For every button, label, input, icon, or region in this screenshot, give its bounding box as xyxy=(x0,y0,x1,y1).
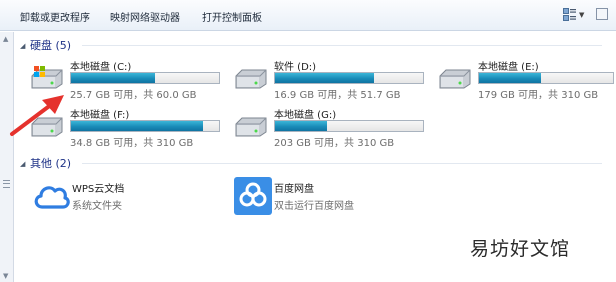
uninstall-program-button[interactable]: 卸载或更改程序 xyxy=(20,9,90,24)
explorer-window: 卸载或更改程序 映射网络驱动器 打开控制面板 ▼ ▲ ▼ ◢ 硬盘 (5) 本地… xyxy=(0,0,616,282)
usage-bar xyxy=(70,120,220,132)
view-options-icon xyxy=(563,8,576,21)
wps-cloud-docs[interactable]: WPS云文档 系统文件夹 xyxy=(32,177,212,217)
chevron-down-icon: ▼ xyxy=(579,11,585,19)
section-divider xyxy=(82,163,602,164)
drive-name: 本地磁盘 (F:) xyxy=(70,110,130,121)
usage-bar xyxy=(478,72,614,84)
preview-pane-button[interactable] xyxy=(596,8,608,20)
system-drive-icon xyxy=(31,66,63,89)
collapse-chevron-icon: ◢ xyxy=(20,42,26,50)
drive-space: 25.7 GB 可用，共 60.0 GB xyxy=(70,90,197,101)
drive-name: 软件 (D:) xyxy=(274,62,317,73)
item-name: 百度网盘 xyxy=(274,184,314,195)
watermark: 易坊好文馆 xyxy=(470,238,571,260)
drive-space: 179 GB 可用，共 310 GB xyxy=(478,90,599,101)
usage-bar xyxy=(70,72,220,84)
hard-drive-icon xyxy=(439,69,471,89)
wps-cloud-icon xyxy=(34,186,70,209)
drive-space: 203 GB 可用，共 310 GB xyxy=(274,138,395,149)
section-divider xyxy=(82,45,602,46)
item-description: 系统文件夹 xyxy=(72,201,122,212)
baidu-netdisk-icon xyxy=(234,177,272,215)
drive-g[interactable]: 本地磁盘 (G:) 203 GB 可用，共 310 GB xyxy=(234,106,434,149)
drive-e[interactable]: 本地磁盘 (E:) 179 GB 可用，共 310 GB xyxy=(438,58,616,101)
map-network-drive-button[interactable]: 映射网络驱动器 xyxy=(110,9,180,24)
scroll-up-icon: ▲ xyxy=(3,35,9,43)
change-view-button[interactable]: ▼ xyxy=(563,8,587,22)
red-annotation-arrow-icon xyxy=(10,95,64,136)
drive-space: 16.9 GB 可用，共 51.7 GB xyxy=(274,90,401,101)
drive-d[interactable]: 软件 (D:) 16.9 GB 可用，共 51.7 GB xyxy=(234,58,434,101)
collapse-chevron-icon: ◢ xyxy=(20,160,26,168)
drive-name: 本地磁盘 (C:) xyxy=(70,62,132,73)
splitter-grip[interactable] xyxy=(3,180,10,188)
drives-section-header[interactable]: ◢ 硬盘 (5) xyxy=(20,37,71,52)
drive-space: 34.8 GB 可用，共 310 GB xyxy=(70,138,194,149)
other-section-header[interactable]: ◢ 其他 (2) xyxy=(20,155,71,170)
usage-bar xyxy=(274,120,424,132)
usage-bar-fill xyxy=(275,73,375,83)
drive-name: 本地磁盘 (G:) xyxy=(274,110,337,121)
usage-bar xyxy=(274,72,424,84)
baidu-netdisk[interactable]: 百度网盘 双击运行百度网盘 xyxy=(234,177,414,217)
scroll-down-icon: ▼ xyxy=(3,272,9,280)
command-bar: 卸载或更改程序 映射网络驱动器 打开控制面板 ▼ xyxy=(0,0,616,31)
drive-name: 本地磁盘 (E:) xyxy=(478,62,539,73)
usage-bar-fill xyxy=(71,121,203,131)
usage-bar-fill xyxy=(479,73,541,83)
hard-drive-icon xyxy=(235,117,267,137)
navigation-pane-edge[interactable]: ▲ ▼ xyxy=(0,32,14,282)
hard-drive-icon xyxy=(235,69,267,89)
usage-bar-fill xyxy=(275,121,327,131)
item-description: 双击运行百度网盘 xyxy=(274,201,354,212)
usage-bar-fill xyxy=(71,73,156,83)
open-control-panel-button[interactable]: 打开控制面板 xyxy=(202,9,262,24)
item-name: WPS云文档 xyxy=(72,184,125,195)
